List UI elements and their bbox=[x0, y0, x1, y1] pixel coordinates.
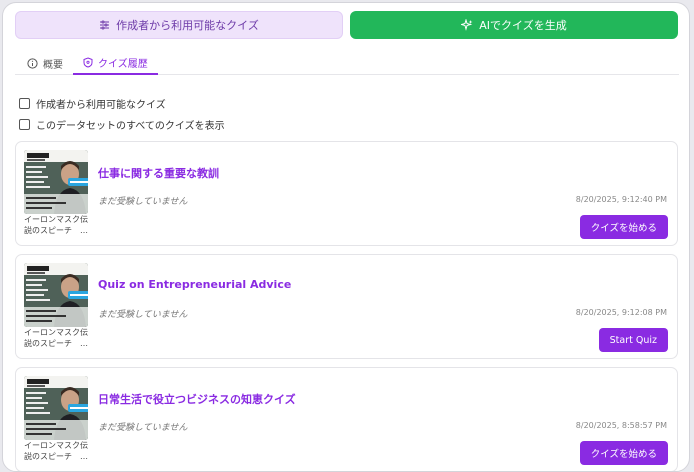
quiz-date: 8/20/2025, 8:58:57 PM bbox=[575, 421, 667, 430]
info-icon bbox=[27, 57, 38, 69]
generate-ai-quiz-button[interactable]: AIでクイズを生成 bbox=[350, 11, 678, 39]
caption-line: イーロンマスク伝 bbox=[24, 215, 88, 224]
quiz-thumbnail-caption: イーロンマスク伝 説のスピーチ … bbox=[24, 214, 90, 236]
caption-line: 説のスピーチ … bbox=[24, 339, 88, 348]
quiz-card: イーロンマスク伝 説のスピーチ … 仕事に関する重要な教訓 まだ受験していません… bbox=[15, 141, 678, 246]
filter-all-row[interactable]: このデータセットのすべてのクイズを表示 bbox=[19, 117, 225, 132]
quiz-card: イーロンマスク伝 説のスピーチ … 日常生活で役立つビジネスの知恵クイズ まだ受… bbox=[15, 367, 678, 471]
caption-line: イーロンマスク伝 bbox=[24, 328, 88, 337]
top-actions: 作成者から利用可能なクイズ AIでクイズを生成 bbox=[15, 11, 679, 39]
quiz-card: イーロンマスク伝 説のスピーチ … Quiz on Entrepreneuria… bbox=[15, 254, 678, 359]
quiz-title[interactable]: Quiz on Entrepreneurial Advice bbox=[98, 278, 291, 291]
filter-all-checkbox[interactable] bbox=[19, 118, 30, 130]
quiz-date: 8/20/2025, 9:12:40 PM bbox=[575, 195, 667, 204]
filter-available-checkbox[interactable] bbox=[19, 97, 30, 109]
caption-line: 説のスピーチ … bbox=[24, 452, 88, 461]
quiz-thumbnail bbox=[24, 263, 88, 327]
tab-bar: 概要 クイズ履歴 bbox=[15, 51, 679, 75]
quiz-title[interactable]: 仕事に関する重要な教訓 bbox=[98, 165, 219, 181]
start-quiz-button[interactable]: Start Quiz bbox=[598, 328, 668, 352]
tab-quiz-history-label: クイズ履歴 bbox=[98, 58, 148, 70]
quiz-status: まだ受験していません bbox=[98, 423, 188, 433]
available-quizzes-label: 作成者から利用可能なクイズ bbox=[116, 19, 259, 32]
generate-ai-quiz-label: AIでクイズを生成 bbox=[479, 19, 567, 32]
quiz-thumbnail-caption: イーロンマスク伝 説のスピーチ … bbox=[24, 327, 90, 349]
available-quizzes-button[interactable]: 作成者から利用可能なクイズ bbox=[15, 11, 343, 39]
quiz-title[interactable]: 日常生活で役立つビジネスの知恵クイズ bbox=[98, 391, 296, 407]
quiz-thumbnail bbox=[24, 150, 88, 214]
start-quiz-button[interactable]: クイズを始める bbox=[579, 215, 668, 239]
tab-quiz-history[interactable]: クイズ履歴 bbox=[73, 51, 158, 75]
start-quiz-button[interactable]: クイズを始める bbox=[579, 441, 668, 465]
list-filter-icon bbox=[100, 20, 110, 30]
quiz-thumbnail bbox=[24, 376, 88, 440]
filter-available-label: 作成者から利用可能なクイズ bbox=[36, 99, 166, 111]
filter-available-row[interactable]: 作成者から利用可能なクイズ bbox=[19, 96, 166, 111]
filter-all-label: このデータセットのすべてのクイズを表示 bbox=[36, 120, 225, 132]
caption-line: 説のスピーチ … bbox=[24, 226, 88, 235]
quiz-thumbnail-caption: イーロンマスク伝 説のスピーチ … bbox=[24, 440, 90, 462]
tab-overview[interactable]: 概要 bbox=[17, 51, 73, 75]
shield-icon bbox=[83, 56, 93, 68]
quiz-status: まだ受験していません bbox=[98, 197, 188, 207]
tab-overview-label: 概要 bbox=[43, 59, 63, 71]
sparkles-icon bbox=[461, 19, 473, 31]
quiz-date: 8/20/2025, 9:12:08 PM bbox=[575, 308, 667, 317]
caption-line: イーロンマスク伝 bbox=[24, 441, 88, 450]
quiz-panel: 作成者から利用可能なクイズ AIでクイズを生成 概要 クイズ履歴 作成者から利用… bbox=[2, 2, 690, 472]
quiz-status: まだ受験していません bbox=[98, 310, 188, 320]
